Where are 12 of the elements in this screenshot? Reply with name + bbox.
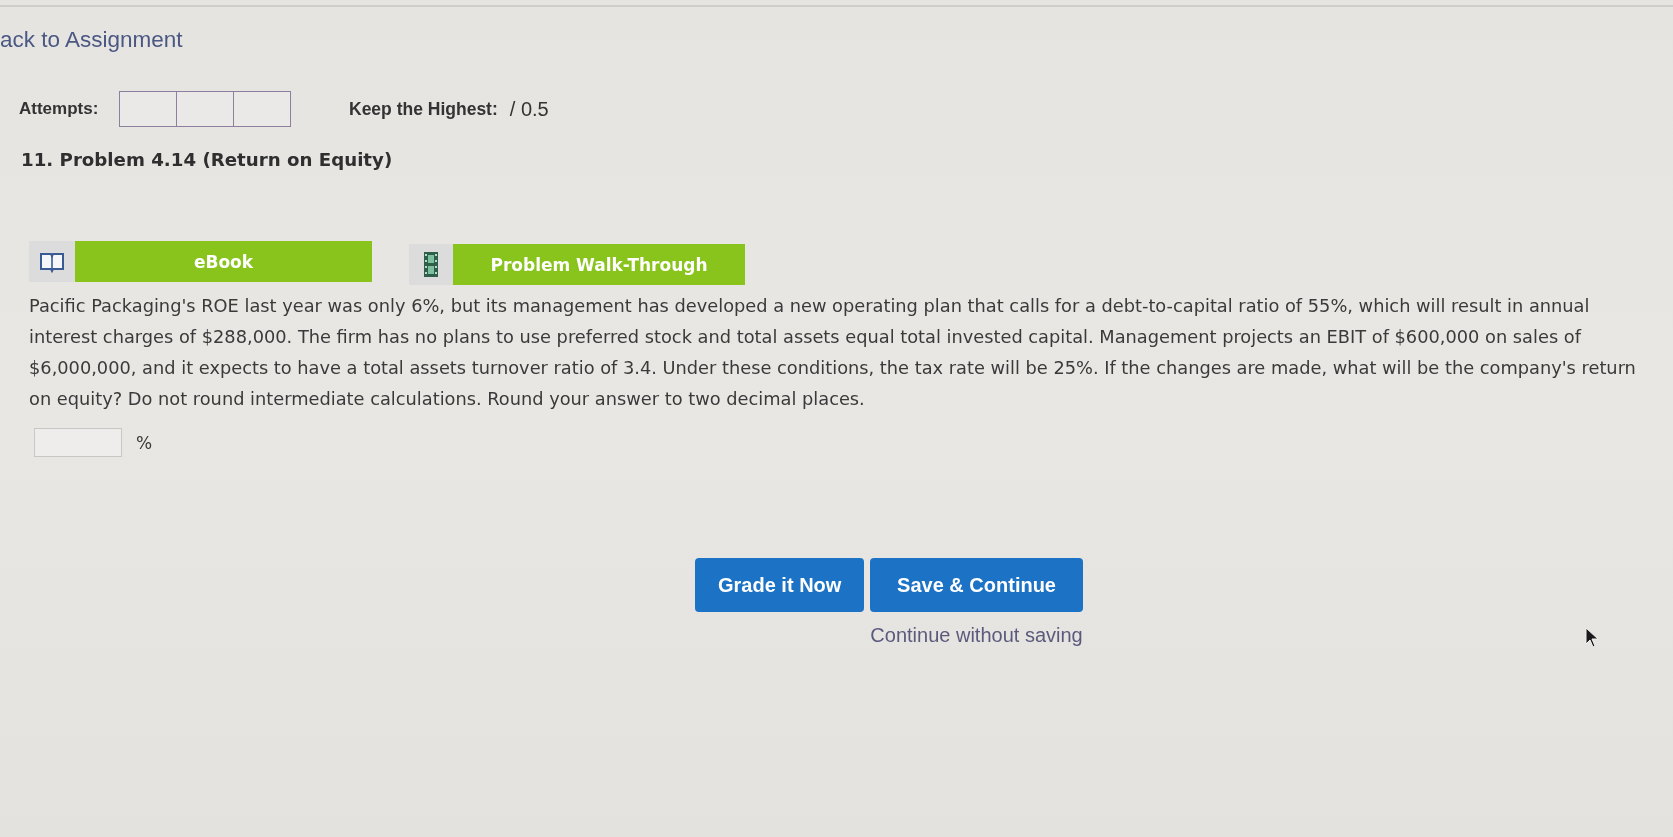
attempts-label: Attempts: <box>19 99 100 119</box>
save-continue-button[interactable]: Save & Continue <box>870 558 1083 612</box>
question-text: Pacific Packaging's ROE last year was only 6%, but its management has developed a new operating plan that calls for a debt-to-capital ratio of 55%, which will result in annual interest charges of $288,000. The firm has no plans to use preferred stock and total assets equal total invested capital. Management projects an EBIT of $600,000 on sales of $6,000,000, and it expects to have a total assets turnover ratio of 3.4. Under these conditions, the tax rate will be 25%. If the changes are made, what will be the company's return on equity? Do not round intermediate calculations. Round your answer to two decimal places. <box>29 294 1637 411</box>
grade-button[interactable]: Grade it Now <box>695 558 865 612</box>
score-label: Keep the Highest: <box>349 98 498 120</box>
back-to-assignment-link[interactable]: ack to Assignment <box>0 27 183 53</box>
cursor-icon <box>1585 627 1599 648</box>
score-value: / 0.5 <box>509 97 549 121</box>
answer-field[interactable] <box>34 428 122 457</box>
continue-without-saving-link[interactable]: Continue without saving <box>870 623 1083 647</box>
problem-title: 11. Problem 4.14 (Return on Equity) <box>21 148 393 172</box>
percent-unit: % <box>136 432 153 453</box>
